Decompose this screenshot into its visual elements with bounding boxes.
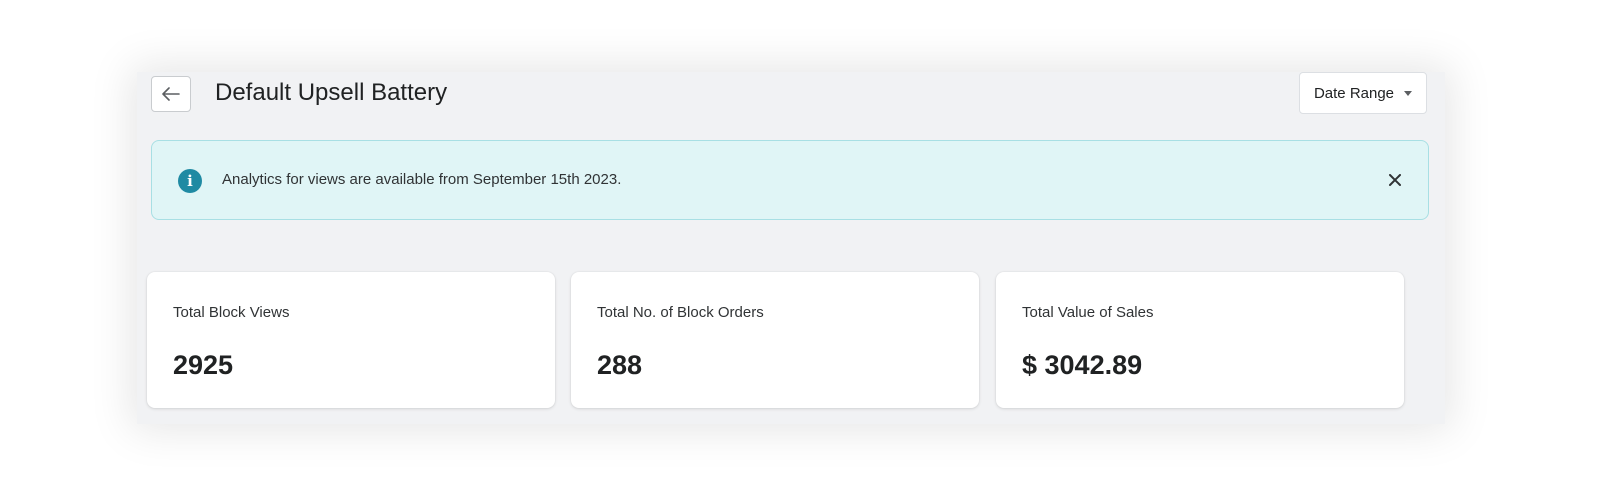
stat-value: 2925 [173, 350, 234, 380]
page-title: Default Upsell Battery [215, 79, 448, 106]
info-icon: i [178, 169, 202, 193]
info-banner: i Analytics for views are available from… [151, 140, 1429, 220]
caret-down-icon [1404, 90, 1413, 96]
stat-card-block-views: Total Block Views 2925 [147, 272, 555, 408]
stat-label: Total Block Views [173, 304, 290, 321]
banner-text: Analytics for views are available from S… [222, 171, 622, 188]
close-icon [1389, 174, 1401, 186]
stat-card-sales-value: Total Value of Sales $ 3042.89 [996, 272, 1404, 408]
date-range-label: Date Range [1313, 84, 1395, 102]
stat-value: $ 3042.89 [1022, 350, 1143, 380]
stat-label: Total Value of Sales [1022, 304, 1154, 321]
banner-close-button[interactable] [1380, 165, 1410, 195]
stat-value: 288 [597, 350, 643, 380]
arrow-left-icon [162, 87, 180, 101]
stat-label: Total No. of Block Orders [597, 304, 764, 321]
date-range-dropdown[interactable]: Date Range [1299, 72, 1427, 114]
stat-card-block-orders: Total No. of Block Orders 288 [571, 272, 979, 408]
analytics-panel: Default Upsell Battery Date Range i Anal… [137, 72, 1445, 424]
back-button[interactable] [151, 76, 191, 112]
